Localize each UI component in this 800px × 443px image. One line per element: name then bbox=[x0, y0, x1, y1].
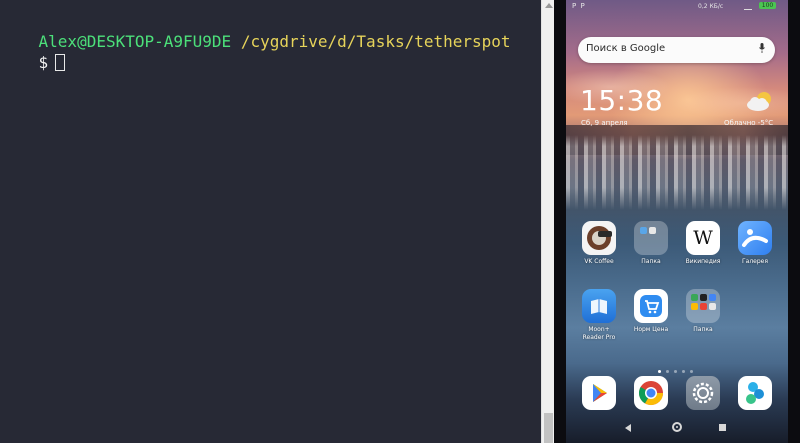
phone-screen[interactable]: P P 0,2 КБ/с 100 Поиск в Google 15:38 Сб… bbox=[566, 0, 788, 443]
vk-coffee-icon bbox=[582, 221, 616, 255]
dock-settings[interactable] bbox=[681, 376, 725, 410]
prompt-path: /cygdrive/d/Tasks/tetherspot bbox=[240, 32, 511, 51]
page-dot[interactable] bbox=[674, 370, 677, 373]
app-wikipedia[interactable]: W Википедия bbox=[681, 221, 725, 266]
scroll-up-arrow-icon[interactable] bbox=[545, 3, 553, 8]
moon-reader-icon bbox=[582, 289, 616, 323]
phone-mirror-window: P P 0,2 КБ/с 100 Поиск в Google 15:38 Сб… bbox=[554, 0, 800, 443]
folder-icon bbox=[686, 289, 720, 323]
navigation-bar bbox=[566, 414, 788, 443]
app-folder-1[interactable]: Папка bbox=[629, 221, 673, 266]
app-label: Папка bbox=[641, 258, 661, 265]
wikipedia-icon: W bbox=[686, 221, 720, 255]
battery-icon: 100 bbox=[759, 2, 776, 9]
search-placeholder: Поиск в Google bbox=[586, 43, 666, 54]
weather-label: Облачно -5°C bbox=[724, 119, 774, 127]
app-label: Папка bbox=[693, 326, 713, 333]
network-speed: 0,2 КБ/с bbox=[698, 3, 724, 10]
chrome-icon bbox=[634, 376, 668, 410]
date-label: Сб, 9 апреля bbox=[581, 119, 628, 127]
scroll-thumb[interactable] bbox=[544, 413, 553, 443]
shopping-cart-icon bbox=[634, 289, 668, 323]
gallery-icon bbox=[738, 221, 772, 255]
wallpaper-waterfall bbox=[566, 135, 788, 210]
microphone-icon[interactable] bbox=[759, 43, 765, 53]
settings-icon bbox=[686, 376, 720, 410]
page-indicator[interactable] bbox=[658, 358, 698, 377]
prompt-symbol: $ bbox=[38, 53, 49, 72]
page-dot[interactable] bbox=[658, 370, 661, 373]
terminal-scrollbar[interactable] bbox=[541, 0, 555, 443]
wikipedia-glyph: W bbox=[693, 227, 713, 249]
app-folder-2[interactable]: Папка bbox=[681, 289, 725, 334]
dock-chrome[interactable] bbox=[629, 376, 673, 410]
dock-app[interactable] bbox=[733, 376, 777, 410]
status-bar: P P 0,2 КБ/с 100 bbox=[566, 0, 788, 12]
prompt-user-host: Alex@DESKTOP-A9FU9DE bbox=[38, 32, 232, 51]
page-dot[interactable] bbox=[690, 370, 693, 373]
signal-icon bbox=[744, 3, 752, 10]
recent-apps-icon[interactable] bbox=[719, 424, 726, 431]
app-label: VK Coffee bbox=[584, 258, 614, 265]
app-vk-coffee[interactable]: VK Coffee bbox=[577, 221, 621, 266]
text-cursor bbox=[55, 54, 66, 71]
notification-icons: P P bbox=[572, 2, 586, 10]
back-icon[interactable] bbox=[625, 424, 631, 432]
prompt-line: Alex@DESKTOP-A9FU9DE /cygdrive/d/Tasks/t… bbox=[0, 12, 511, 72]
app-gallery[interactable]: Галерея bbox=[733, 221, 777, 266]
google-search-bar[interactable]: Поиск в Google bbox=[578, 37, 775, 63]
play-store-icon bbox=[582, 376, 616, 410]
terminal-window[interactable]: Alex@DESKTOP-A9FU9DE /cygdrive/d/Tasks/t… bbox=[0, 0, 541, 443]
page-dot[interactable] bbox=[666, 370, 669, 373]
clock-widget[interactable]: 15:38 bbox=[580, 84, 663, 117]
app-label-line2: Reader Pro bbox=[582, 334, 616, 341]
cloudy-weather-icon[interactable] bbox=[746, 91, 774, 113]
input-line[interactable]: $ bbox=[0, 33, 66, 93]
app-label: Галерея bbox=[742, 258, 768, 265]
app-moon-reader[interactable]: Moon+ Reader Pro bbox=[577, 289, 621, 342]
dock-play-store[interactable] bbox=[577, 376, 621, 410]
home-icon[interactable] bbox=[672, 422, 682, 432]
page-dot[interactable] bbox=[682, 370, 685, 373]
app-norm-tsena[interactable]: Норм Цена bbox=[629, 289, 673, 334]
app-label-line1: Moon+ bbox=[588, 326, 610, 333]
app-icon bbox=[738, 376, 772, 410]
app-label: Moon+ Reader Pro bbox=[577, 326, 621, 342]
folder-icon bbox=[634, 221, 668, 255]
app-label: Википедия bbox=[685, 258, 721, 265]
app-label: Норм Цена bbox=[633, 326, 669, 333]
